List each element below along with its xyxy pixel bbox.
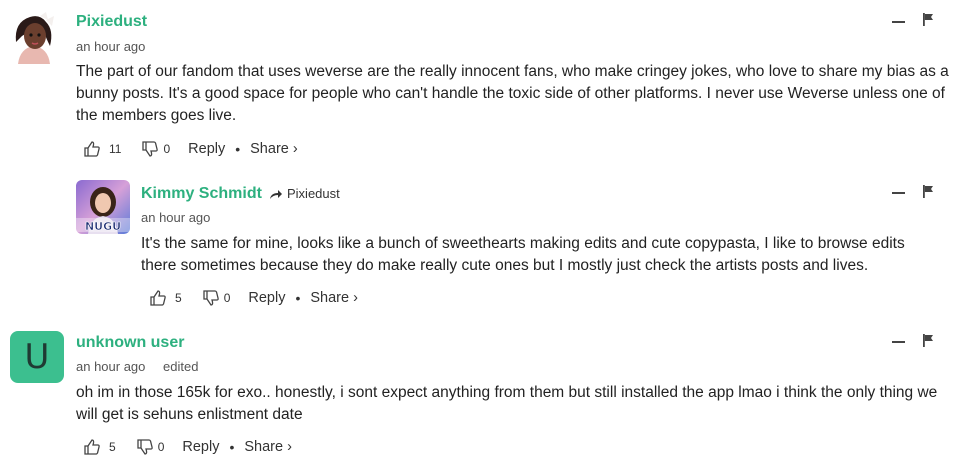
comment-text: It's the same for mine, looks like a bun… — [141, 235, 905, 274]
timestamp[interactable]: an hour ago — [76, 39, 145, 54]
flag-icon[interactable] — [922, 185, 934, 198]
share-button[interactable]: Share › — [250, 141, 298, 157]
like-count: 11 — [109, 142, 122, 156]
reply-button[interactable]: Reply — [188, 141, 225, 157]
comment-actions: 5 0 Reply • Share › — [149, 289, 358, 307]
avatar[interactable]: U — [10, 331, 64, 383]
reply-to-indicator[interactable]: Pixiedust — [269, 186, 340, 201]
dislike-count: 0 — [163, 142, 171, 156]
thumbs-down-icon[interactable] — [136, 438, 154, 456]
like-count: 5 — [109, 440, 116, 454]
separator-dot: • — [235, 141, 241, 157]
avatar-illustration — [10, 12, 58, 64]
share-button[interactable]: Share › — [244, 439, 292, 455]
flag-icon[interactable] — [922, 13, 934, 26]
separator-dot: • — [295, 290, 301, 306]
author-name[interactable]: unknown user — [76, 334, 184, 352]
flag-icon[interactable] — [922, 334, 934, 347]
timestamp[interactable]: an hour ago — [141, 210, 210, 225]
dislike-count: 0 — [223, 291, 231, 305]
like-count: 5 — [175, 291, 182, 305]
dislike-count: 0 — [157, 440, 165, 454]
avatar[interactable]: NUGU — [76, 180, 130, 234]
reply-button[interactable]: Reply — [182, 439, 219, 455]
separator-dot: • — [229, 439, 235, 455]
edited-label: edited — [163, 359, 199, 374]
timestamp[interactable]: an hour ago — [76, 359, 145, 374]
comment-actions: 11 0 Reply • Share › — [83, 140, 298, 158]
avatar-illustration: NUGU — [76, 180, 130, 234]
reply-button[interactable]: Reply — [248, 290, 285, 306]
thumbs-down-icon[interactable] — [141, 140, 159, 158]
reply-to-name[interactable]: Pixiedust — [287, 186, 340, 201]
collapse-icon[interactable] — [892, 21, 905, 23]
collapse-icon[interactable] — [892, 192, 905, 194]
thumbs-down-icon[interactable] — [202, 289, 220, 307]
share-button[interactable]: Share › — [310, 290, 358, 306]
author-name[interactable]: Pixiedust — [76, 13, 147, 31]
avatar-text: NUGU — [85, 220, 121, 233]
thumbs-up-icon[interactable] — [149, 289, 167, 307]
author-name[interactable]: Kimmy Schmidt — [141, 185, 262, 203]
comment-actions: 5 0 Reply • Share › — [83, 438, 292, 456]
collapse-icon[interactable] — [892, 341, 905, 343]
comment-text: oh im in those 165k for exo.. honestly, … — [76, 384, 938, 423]
reply-arrow-icon — [270, 189, 282, 199]
thumbs-up-icon[interactable] — [83, 140, 101, 158]
avatar[interactable] — [10, 12, 58, 64]
thumbs-up-icon[interactable] — [83, 438, 101, 456]
timestamp-row: an hour ago edited — [76, 359, 198, 374]
comment-text: The part of our fandom that uses weverse… — [76, 63, 949, 124]
